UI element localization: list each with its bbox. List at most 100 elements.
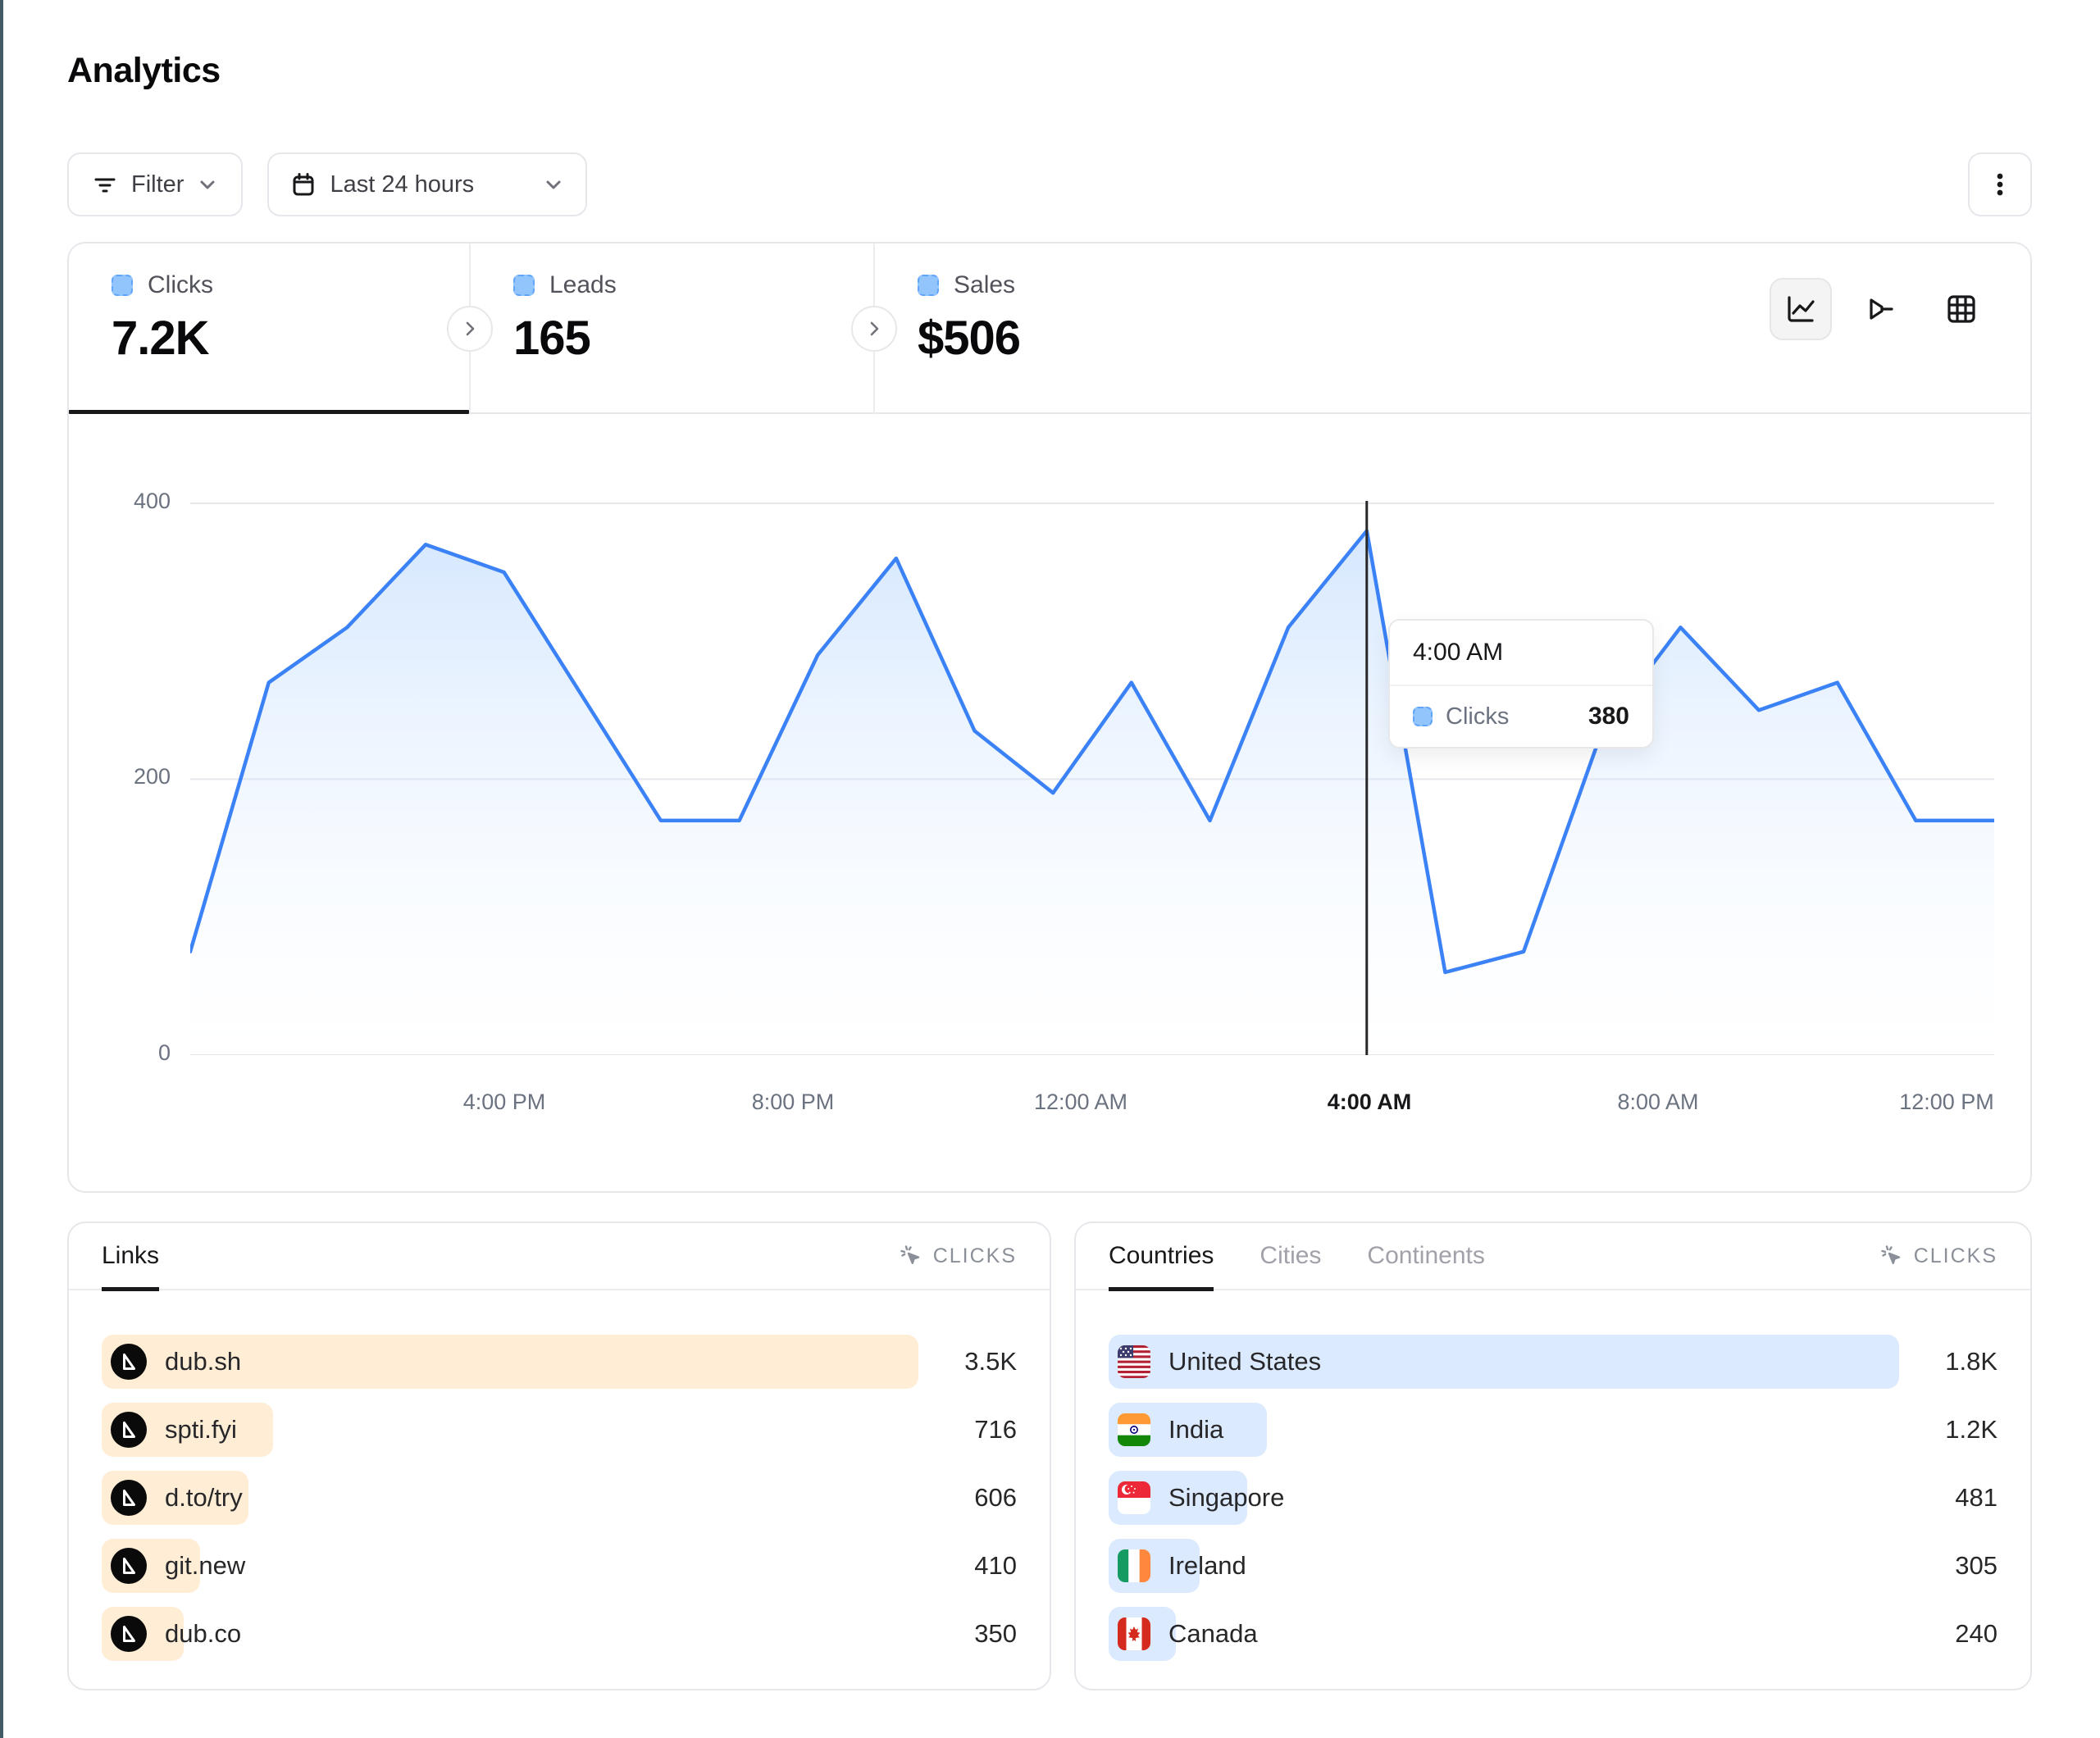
geo-rows: United States1.8K India1.2K Singapore 481 Ir… bbox=[1076, 1290, 2030, 1661]
line-chart-icon bbox=[1783, 292, 1818, 326]
row-label: United States bbox=[1168, 1347, 1321, 1376]
x-tick-label: 12:00 AM bbox=[1034, 1090, 1127, 1115]
dub-logo-icon bbox=[111, 1616, 147, 1652]
pointer-click-icon bbox=[899, 1244, 923, 1268]
active-tab-underline bbox=[69, 410, 469, 414]
row-value: 3.5K bbox=[918, 1347, 1017, 1376]
x-tick-label: 4:00 PM bbox=[463, 1090, 546, 1115]
clicks-area-chart[interactable] bbox=[190, 489, 1994, 1055]
row-label: Singapore bbox=[1168, 1483, 1284, 1513]
more-options-button[interactable] bbox=[1968, 152, 2032, 216]
flag-canada-icon bbox=[1118, 1617, 1150, 1650]
row-label: spti.fyi bbox=[165, 1415, 237, 1445]
pointer-click-icon bbox=[1879, 1244, 1904, 1268]
table-view-button[interactable] bbox=[1930, 278, 1993, 340]
row-label: d.to/try bbox=[165, 1483, 243, 1513]
dub-logo-icon bbox=[111, 1344, 147, 1380]
flag-us-icon bbox=[1118, 1345, 1150, 1378]
stat-tabs: Clicks 7.2K Leads 165 bbox=[69, 243, 2030, 414]
row-value: 1.2K bbox=[1899, 1415, 1998, 1445]
date-range-button[interactable]: Last 24 hours bbox=[267, 152, 587, 216]
tab-cities[interactable]: Cities bbox=[1260, 1222, 1321, 1290]
link-row[interactable]: spti.fyi 716 bbox=[102, 1403, 1017, 1457]
tab-links[interactable]: Links bbox=[102, 1222, 159, 1290]
flag-singapore-icon bbox=[1118, 1481, 1150, 1514]
chart-view-toggles bbox=[1770, 278, 1993, 340]
row-label: dub.sh bbox=[165, 1347, 241, 1376]
row-value: 240 bbox=[1899, 1619, 1998, 1649]
links-rows: dub.sh 3.5K spti.fyi 716 d.to/try 606 git.new4… bbox=[69, 1290, 1050, 1661]
clicks-legend-square-icon bbox=[112, 275, 133, 296]
stat-label: Leads bbox=[549, 271, 617, 299]
stat-label: Sales bbox=[954, 271, 1015, 299]
link-row[interactable]: d.to/try 606 bbox=[102, 1471, 1017, 1525]
dub-logo-icon bbox=[111, 1480, 147, 1516]
y-tick-label: 0 bbox=[72, 1040, 171, 1066]
flag-ireland-icon bbox=[1118, 1549, 1150, 1582]
flag-india-icon bbox=[1118, 1413, 1150, 1446]
tab-leads[interactable]: Leads 165 bbox=[471, 243, 873, 414]
leads-legend-square-icon bbox=[513, 275, 535, 296]
tab-countries-label: Countries bbox=[1109, 1242, 1214, 1270]
filter-lines-icon bbox=[92, 171, 118, 198]
analytics-page: Analytics Filter Last 24 hours bbox=[0, 0, 2100, 1738]
row-value: 716 bbox=[918, 1415, 1017, 1445]
dub-logo-icon bbox=[111, 1412, 147, 1448]
link-row[interactable]: dub.co 350 bbox=[102, 1607, 1017, 1661]
analytics-chart-card: Clicks 7.2K Leads 165 bbox=[67, 242, 2032, 1193]
stat-label: Clicks bbox=[148, 271, 213, 299]
line-chart-view-button[interactable] bbox=[1770, 278, 1832, 340]
stat-value: 165 bbox=[513, 311, 873, 366]
filter-button-label: Filter bbox=[131, 171, 184, 198]
stat-value: 7.2K bbox=[112, 311, 469, 366]
y-tick-label: 400 bbox=[72, 489, 171, 514]
tab-countries[interactable]: Countries bbox=[1109, 1222, 1214, 1290]
tab-links-label: Links bbox=[102, 1242, 159, 1270]
country-row[interactable]: Ireland 305 bbox=[1109, 1539, 1998, 1593]
country-row[interactable]: United States1.8K bbox=[1109, 1335, 1998, 1389]
row-value: 481 bbox=[1899, 1483, 1998, 1513]
x-tick-label: 8:00 AM bbox=[1617, 1090, 1698, 1115]
toolbar: Filter Last 24 hours bbox=[67, 152, 2032, 216]
row-value: 350 bbox=[918, 1619, 1017, 1649]
stat-value: $506 bbox=[918, 311, 1277, 366]
area-fill bbox=[190, 531, 1994, 1056]
row-label: dub.co bbox=[165, 1619, 241, 1649]
geo-panel-header: Countries Cities Continents CLICKS bbox=[1076, 1223, 2030, 1290]
country-row[interactable]: Canada240 bbox=[1109, 1607, 1998, 1661]
row-label: Ireland bbox=[1168, 1551, 1246, 1581]
geo-metric-toggle[interactable]: CLICKS bbox=[1879, 1244, 1998, 1268]
tooltip-legend-square-icon bbox=[1413, 707, 1433, 726]
dub-logo-icon bbox=[111, 1548, 147, 1584]
chart-tooltip: 4:00 AM Clicks 380 bbox=[1388, 619, 1654, 748]
country-row[interactable]: Singapore 481 bbox=[1109, 1471, 1998, 1525]
row-label: git.new bbox=[165, 1551, 245, 1581]
row-value: 305 bbox=[1899, 1551, 1998, 1581]
grid-table-icon bbox=[1944, 292, 1979, 326]
funnel-icon bbox=[1864, 292, 1898, 326]
kebab-menu-icon bbox=[1988, 171, 2012, 198]
funnel-view-button[interactable] bbox=[1850, 278, 1912, 340]
tooltip-value: 380 bbox=[1588, 703, 1629, 730]
window-edge-accent bbox=[0, 0, 3, 1738]
x-tick-label: 12:00 PM bbox=[1899, 1090, 1994, 1115]
tooltip-time: 4:00 AM bbox=[1390, 621, 1652, 686]
geo-panel: Countries Cities Continents CLICKS Unite… bbox=[1074, 1222, 2032, 1690]
link-row[interactable]: git.new410 bbox=[102, 1539, 1017, 1593]
links-metric-label: CLICKS bbox=[933, 1244, 1017, 1268]
x-tick-label: 4:00 AM bbox=[1328, 1090, 1412, 1115]
row-value: 606 bbox=[918, 1483, 1017, 1513]
chevron-down-icon bbox=[197, 174, 218, 195]
link-row[interactable]: dub.sh 3.5K bbox=[102, 1335, 1017, 1389]
tab-cities-label: Cities bbox=[1260, 1242, 1321, 1270]
sales-legend-square-icon bbox=[918, 275, 939, 296]
tab-continents[interactable]: Continents bbox=[1367, 1222, 1484, 1290]
filter-button[interactable]: Filter bbox=[67, 152, 243, 216]
calendar-icon bbox=[290, 171, 317, 198]
tab-sales[interactable]: Sales $506 bbox=[875, 243, 1277, 414]
tab-clicks[interactable]: Clicks 7.2K bbox=[69, 243, 469, 414]
links-metric-toggle[interactable]: CLICKS bbox=[899, 1244, 1017, 1268]
country-row[interactable]: India1.2K bbox=[1109, 1403, 1998, 1457]
chevron-down-icon bbox=[543, 174, 564, 195]
tooltip-series-label: Clicks bbox=[1446, 703, 1509, 730]
